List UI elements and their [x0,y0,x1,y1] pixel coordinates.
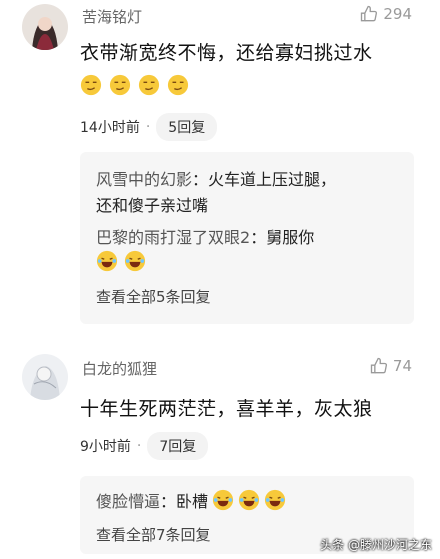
smirk-emoji-icon [109,74,131,96]
thumbs-up-icon [361,5,378,22]
reply-count-button[interactable]: 7回复 [147,432,209,460]
comment-meta: 14小时前 · 5回复 [80,113,218,141]
laughing-emoji-icon [96,250,118,272]
separator-dot: · [136,438,142,454]
laughing-emoji-icon [238,489,260,511]
view-all-replies-link[interactable]: 查看全部5条回复 [96,286,211,307]
reply-text: 舅服你 [266,228,315,247]
smirk-emoji-icon [167,74,189,96]
laughing-emoji-icon [264,489,286,511]
reply-count-button[interactable]: 5回复 [156,113,218,141]
reply-text: 火车道上压过腿， [208,170,337,189]
thumbs-up-icon [370,357,387,374]
username[interactable]: 白龙的狐狸 [82,358,157,379]
watermark-text: 头条 @滕州沙河之东 [320,538,432,552]
reply-username[interactable]: 巴黎的雨打湿了双眼2 [96,228,250,247]
reply-text-continued: 还和傻子亲过嘴 [96,196,209,215]
reply-emoji-row [96,250,146,272]
laughing-emoji-icon [124,250,146,272]
avatar[interactable] [22,354,68,400]
comment-item: 苦海铭灯 294 衣带渐宽终不悔，还给寡妇挑过水 14小时前 · 5回复 风雪中… [0,0,440,340]
like-button[interactable]: 294 [359,4,412,24]
comment-item: 白龙的狐狸 74 十年生死两茫茫，喜羊羊，灰太狼 9小时前 · 7回复 傻脸懵逼… [0,340,440,559]
reply-box: 风雪中的幻影：火车道上压过腿， 还和傻子亲过嘴 巴黎的雨打湿了双眼2：舅服你 查… [80,152,414,324]
username[interactable]: 苦海铭灯 [82,6,142,27]
timestamp: 9小时前 [80,439,131,455]
avatar[interactable] [22,4,68,50]
timestamp: 14小时前 [80,120,140,136]
reply-username[interactable]: 风雪中的幻影 [96,170,192,189]
view-all-replies-link[interactable]: 查看全部7条回复 [96,524,211,545]
smirk-emoji-icon [80,74,102,96]
reply-item: 风雪中的幻影：火车道上压过腿， [96,170,337,189]
comment-text: 衣带渐宽终不悔，还给寡妇挑过水 [80,42,373,64]
reply-text: 卧槽 [176,492,209,511]
separator-dot: · [145,119,151,135]
like-button[interactable]: 74 [369,356,412,376]
reply-username[interactable]: 傻脸懵逼 [96,488,160,512]
reply-emoji-row [212,489,286,511]
smirk-emoji-icon [138,74,160,96]
like-count: 294 [383,5,412,23]
watermark: 头条 @滕州沙河之东 [320,536,432,553]
reply-item: 傻脸懵逼：卧槽 [96,488,286,512]
laughing-emoji-icon [212,489,234,511]
comment-text: 十年生死两茫茫，喜羊羊，灰太狼 [80,398,373,420]
emoji-row [80,74,189,96]
like-count: 74 [392,357,412,375]
comment-meta: 9小时前 · 7回复 [80,432,209,460]
reply-item: 巴黎的雨打湿了双眼2：舅服你 [96,228,315,247]
